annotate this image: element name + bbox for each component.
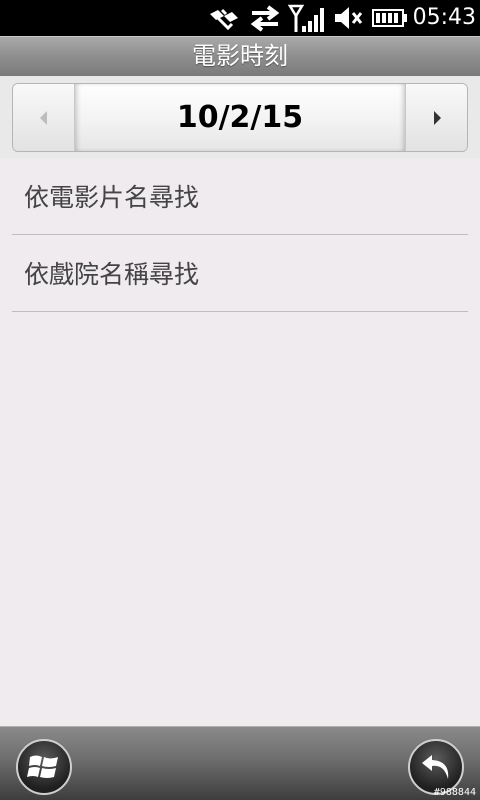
date-navigator: 10/2/15	[12, 83, 468, 152]
start-button[interactable]	[16, 739, 72, 795]
current-date: 10/2/15	[75, 84, 405, 151]
search-by-theater-name[interactable]: 依戲院名稱尋找	[12, 235, 468, 312]
right-arrow-icon	[433, 110, 441, 125]
previous-date-button[interactable]	[13, 84, 75, 151]
app-title: 電影時刻	[0, 36, 480, 76]
date-navigator-area: 10/2/15	[0, 76, 480, 158]
status-bar: 05:43	[0, 0, 480, 36]
bottom-bar: #988844	[0, 726, 480, 800]
status-time: 05:43	[412, 5, 476, 30]
watermark: #988844	[433, 787, 476, 798]
satellite-icon[interactable]	[206, 4, 242, 32]
signal-strength-icon[interactable]	[288, 4, 326, 32]
volume-muted-icon[interactable]	[332, 4, 364, 32]
data-transfer-icon[interactable]	[248, 4, 282, 32]
battery-icon[interactable]	[372, 4, 408, 32]
left-arrow-icon	[39, 110, 47, 125]
windows-start-icon	[27, 755, 58, 778]
back-arrow-icon	[422, 755, 449, 779]
search-by-movie-title[interactable]: 依電影片名尋找	[12, 158, 468, 235]
search-options-list: 依電影片名尋找 依戲院名稱尋找	[0, 158, 480, 312]
next-date-button[interactable]	[405, 84, 467, 151]
